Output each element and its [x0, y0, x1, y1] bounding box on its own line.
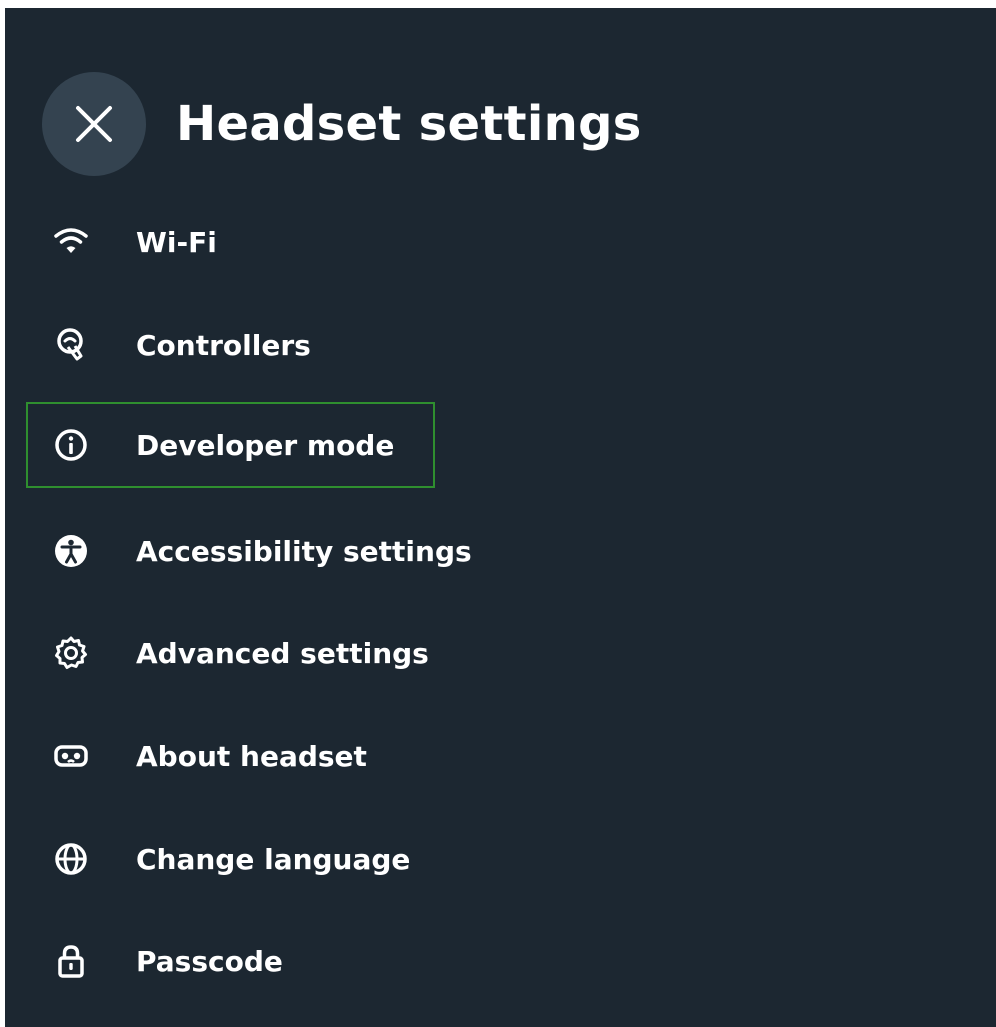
settings-panel: Headset settings Wi-Fi Controllers Devel…: [5, 8, 996, 1027]
close-button[interactable]: [42, 72, 146, 176]
menu-item-about-headset[interactable]: About headset: [26, 713, 435, 799]
menu-item-developer-mode[interactable]: Developer mode: [26, 402, 435, 488]
globe-icon: [53, 841, 89, 877]
menu-item-label: Wi-Fi: [136, 225, 217, 259]
page-title: Headset settings: [176, 96, 642, 152]
gear-icon: [53, 635, 89, 671]
controller-icon: [53, 327, 89, 363]
menu-item-label: Developer mode: [136, 428, 395, 462]
menu-item-label: Change language: [136, 842, 411, 876]
menu-item-wifi[interactable]: Wi-Fi: [26, 199, 435, 285]
menu-item-label: Advanced settings: [136, 636, 429, 670]
menu-item-label: Passcode: [136, 944, 283, 978]
menu-item-change-language[interactable]: Change language: [26, 816, 435, 902]
wifi-icon: [53, 224, 89, 260]
lock-icon: [53, 943, 89, 979]
headset-icon: [53, 738, 89, 774]
close-icon: [74, 104, 114, 144]
menu-item-label: Accessibility settings: [136, 534, 472, 568]
menu-item-accessibility-settings[interactable]: Accessibility settings: [26, 508, 472, 594]
menu-item-label: Controllers: [136, 328, 311, 362]
menu-item-advanced-settings[interactable]: Advanced settings: [26, 610, 435, 696]
header: Headset settings: [42, 72, 642, 176]
menu-item-label: About headset: [136, 739, 367, 773]
accessibility-icon: [53, 533, 89, 569]
menu-item-passcode[interactable]: Passcode: [26, 918, 435, 1004]
info-icon: [53, 427, 89, 463]
menu-item-controllers[interactable]: Controllers: [26, 302, 435, 388]
